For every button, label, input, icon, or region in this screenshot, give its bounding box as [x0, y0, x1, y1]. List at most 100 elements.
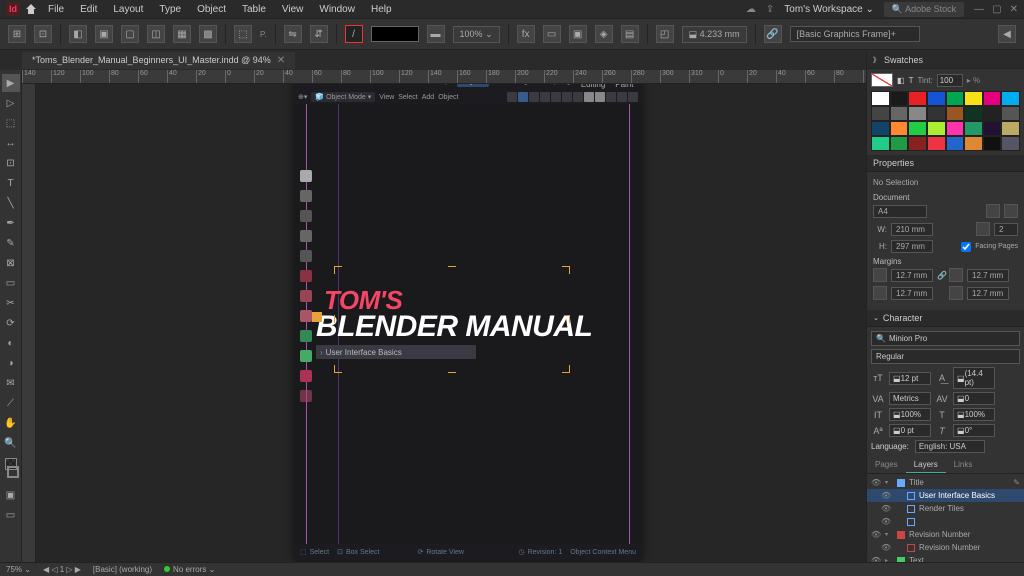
pages-input[interactable]: 2 — [994, 223, 1018, 236]
swatch-cell[interactable] — [908, 91, 927, 106]
tint-input[interactable]: 100 — [937, 74, 963, 87]
swatch-cell[interactable] — [871, 136, 890, 151]
swatch-cell[interactable] — [890, 106, 909, 121]
font-family-dropdown[interactable]: 🔍Minion Pro — [871, 331, 1020, 346]
swatches-panel-header[interactable]: 》Swatches — [867, 52, 1024, 69]
facing-pages-checkbox[interactable] — [961, 242, 971, 252]
swatch-cell[interactable] — [890, 136, 909, 151]
embed-icon[interactable]: ◧ — [69, 25, 87, 43]
menu-layout[interactable]: Layout — [107, 2, 149, 17]
gap-tool[interactable]: ↔ — [2, 134, 20, 152]
layer-row[interactable]: 👁▾Revision Number — [867, 528, 1024, 541]
properties-panel-header[interactable]: Properties — [867, 155, 1024, 172]
maximize-icon[interactable]: ▢ — [992, 4, 1001, 15]
swatch-cell[interactable] — [964, 121, 983, 136]
swatch-cell[interactable] — [964, 136, 983, 151]
character-panel-header[interactable]: ⌄Character — [867, 310, 1024, 327]
swatch-cell[interactable] — [983, 91, 1002, 106]
ruler-vertical[interactable] — [22, 84, 36, 562]
page-nav[interactable]: ◀ ◁ 1 ▷ ▶ — [43, 565, 81, 574]
line-tool[interactable]: ╲ — [2, 194, 20, 212]
swatch-cell[interactable] — [871, 91, 890, 106]
view-mode-icon[interactable]: ▭ — [2, 506, 20, 524]
adobe-stock-search[interactable]: 🔍 Adobe Stock — [884, 2, 964, 17]
ref-point-icon[interactable]: ⊞ — [8, 25, 26, 43]
rectangle-tool[interactable]: ▭ — [2, 274, 20, 292]
corner-size[interactable]: ⬓ 4.233 mm — [682, 26, 747, 43]
center-icon[interactable]: ◫ — [147, 25, 165, 43]
fx-none-icon[interactable]: / — [345, 25, 363, 43]
format-container-icon[interactable]: ▣ — [2, 486, 20, 504]
close-icon[interactable]: ✕ — [1010, 4, 1018, 15]
swatch-cell[interactable] — [927, 91, 946, 106]
swatch-cell[interactable] — [946, 91, 965, 106]
layer-row[interactable]: 👁 — [867, 515, 1024, 528]
margin-top-input[interactable]: 12.7 mm — [891, 269, 933, 282]
selection-tool[interactable]: ▶ — [2, 74, 20, 92]
flip-h-icon[interactable]: ⇋ — [284, 25, 302, 43]
swatch-cell[interactable] — [908, 106, 927, 121]
layer-row[interactable]: 👁▾Title✎ — [867, 476, 1024, 489]
eyedropper-tool[interactable]: ⟋ — [2, 394, 20, 412]
swatch-cell[interactable] — [983, 136, 1002, 151]
menu-table[interactable]: Table — [236, 2, 272, 17]
visibility-icon[interactable]: 👁 — [881, 517, 891, 526]
tab-links[interactable]: Links — [946, 457, 981, 473]
wrap-bound-icon[interactable]: ▣ — [569, 25, 587, 43]
fill-prop-icon[interactable]: ▦ — [173, 25, 191, 43]
swatch-cell[interactable] — [908, 121, 927, 136]
menu-file[interactable]: File — [42, 2, 70, 17]
stroke-type-icon[interactable]: ▬ — [427, 25, 445, 43]
minimize-icon[interactable]: — — [974, 4, 984, 15]
height-input[interactable]: 297 mm — [891, 240, 933, 253]
pencil-tool[interactable]: ✎ — [2, 234, 20, 252]
tracking-input[interactable]: ⬓ 0 — [953, 392, 995, 405]
swatch-cell[interactable] — [1001, 91, 1020, 106]
effects-icon[interactable]: fx — [517, 25, 535, 43]
layer-row[interactable]: 👁Render Tiles — [867, 502, 1024, 515]
wrap-none-icon[interactable]: ▭ — [543, 25, 561, 43]
note-tool[interactable]: ✉ — [2, 374, 20, 392]
swatch-none-icon[interactable] — [871, 73, 893, 87]
edit-icon[interactable]: ✎ — [1013, 478, 1020, 487]
format-container-icon[interactable]: T — [909, 76, 914, 85]
zoom-tool[interactable]: 🔍 — [2, 434, 20, 452]
xy-icon[interactable]: ⊡ — [34, 25, 52, 43]
tab-layers[interactable]: Layers — [906, 457, 946, 473]
stroke-swatch[interactable] — [7, 466, 19, 478]
layer-row[interactable]: 👁User Interface Basics — [867, 489, 1024, 502]
margin-bottom-input[interactable]: 12.7 mm — [891, 287, 933, 300]
width-input[interactable]: 210 mm — [891, 223, 933, 236]
swatch-cell[interactable] — [871, 121, 890, 136]
swatch-cell[interactable] — [946, 121, 965, 136]
swatch-cell[interactable] — [1001, 136, 1020, 151]
preflight-status[interactable]: No errors ⌄ — [164, 565, 215, 574]
panel-menu-icon[interactable]: ◀ — [998, 25, 1016, 43]
font-size-input[interactable]: ⬓ 12 pt — [889, 372, 931, 385]
page-preset-dropdown[interactable]: A4 — [873, 205, 927, 218]
margin-inside-input[interactable]: 12.7 mm — [967, 269, 1009, 282]
swatch-cell[interactable] — [946, 136, 965, 151]
workspace-switcher[interactable]: Tom's Workspace ⌄ — [784, 4, 874, 15]
page-spread[interactable]: ⊛ File Edit Render Window Help Layout Mo… — [294, 84, 642, 560]
leading-input[interactable]: ⬓ (14.4 pt) — [953, 367, 995, 389]
link-icon[interactable]: 🔗 — [764, 25, 782, 43]
page-tool[interactable]: ⬚ — [2, 114, 20, 132]
swatch-cell[interactable] — [890, 121, 909, 136]
disclosure-icon[interactable]: ▾ — [885, 531, 893, 538]
swatch-cell[interactable] — [964, 91, 983, 106]
fit-frame-icon[interactable]: ▢ — [121, 25, 139, 43]
pen-tool[interactable]: ✒ — [2, 214, 20, 232]
swatch-cell[interactable] — [927, 106, 946, 121]
wrap-jump-icon[interactable]: ▤ — [621, 25, 639, 43]
home-icon[interactable] — [24, 2, 38, 16]
kerning-input[interactable]: Metrics — [889, 392, 931, 405]
visibility-icon[interactable]: 👁 — [881, 543, 891, 552]
fit-prop-icon[interactable]: ▩ — [199, 25, 217, 43]
menu-view[interactable]: View — [276, 2, 310, 17]
swatch-cell[interactable] — [983, 106, 1002, 121]
layer-row[interactable]: 👁Revision Number — [867, 541, 1024, 554]
swatch-cell[interactable] — [908, 136, 927, 151]
visibility-icon[interactable]: 👁 — [881, 491, 891, 500]
swatch-cell[interactable] — [927, 121, 946, 136]
